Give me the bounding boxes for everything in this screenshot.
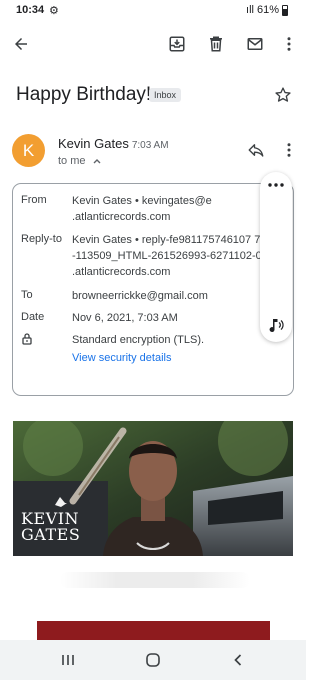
reply-line-1: Kevin Gates • reply-fe981175746107 7f7 — [72, 234, 270, 246]
settings-notification-icon: ⚙ — [49, 5, 59, 17]
recent-apps-icon[interactable] — [55, 647, 81, 673]
kevin-gates-banner-image[interactable]: KEVIN GATES — [13, 421, 293, 556]
archive-icon[interactable] — [164, 31, 190, 57]
brand-line-2: GATES — [21, 525, 81, 544]
reply-icon[interactable] — [243, 137, 269, 163]
date-value: Nov 6, 2021, 7:03 AM — [72, 312, 178, 324]
floating-side-panel — [260, 172, 292, 342]
star-icon[interactable] — [270, 82, 296, 108]
email-subject: Happy Birthday! — [16, 84, 152, 105]
panel-more-horiz-icon[interactable] — [265, 176, 287, 194]
battery-icon — [282, 4, 288, 16]
sender-avatar[interactable]: K — [12, 134, 45, 167]
to-me-text: to me — [58, 155, 86, 167]
mark-unread-mail-icon[interactable] — [242, 31, 268, 57]
status-bar: 10:34 ⚙ ıll 61% — [0, 0, 306, 22]
reply-line-3: .atlanticrecords.com — [72, 266, 171, 278]
from-line-2: .atlanticrecords.com — [72, 211, 171, 223]
from-line-1: Kevin Gates • kevingates@e — [72, 195, 212, 207]
android-nav-bar — [0, 640, 306, 680]
chevron-up-icon — [93, 155, 101, 167]
delete-trash-icon[interactable] — [203, 31, 229, 57]
signal-icon: ıll — [246, 4, 254, 16]
banner-brand-wordmark: KEVIN GATES — [21, 511, 80, 543]
inbox-label-chip[interactable]: Inbox — [149, 88, 182, 102]
subject-row: Happy Birthday! Inbox — [16, 82, 296, 110]
lock-icon — [21, 332, 33, 348]
status-time: 10:34 — [16, 4, 45, 16]
reply-to-value: Kevin Gates • reply-fe981175746107 7f7 -… — [72, 232, 292, 280]
sent-time: 7:03 AM — [131, 140, 169, 151]
date-label: Date — [21, 311, 45, 323]
reply-to-label: Reply-to — [21, 233, 62, 245]
more-vert-icon[interactable] — [276, 31, 302, 57]
message-details-card: From Kevin Gates • kevingates@e .atlanti… — [12, 183, 294, 396]
home-icon[interactable] — [140, 647, 166, 673]
battery-percent: 61% — [256, 4, 279, 16]
sender-line: Kevin Gates 7:03 AM — [58, 136, 169, 151]
email-toolbar — [0, 28, 306, 62]
to-value: browneerrickke@gmail.com — [72, 290, 208, 302]
blurred-text-line — [60, 572, 250, 588]
from-label: From — [21, 194, 47, 206]
nav-back-icon[interactable] — [225, 647, 251, 673]
message-more-icon[interactable] — [276, 137, 302, 163]
read-aloud-icon[interactable] — [265, 314, 287, 336]
sender-name: Kevin Gates — [58, 136, 129, 151]
reply-line-2: -113509_HTML-261526993-6271102-0 — [72, 250, 262, 262]
security-value: Standard encryption (TLS). — [72, 334, 205, 346]
recipients-toggle[interactable]: to me — [58, 155, 101, 167]
from-value: Kevin Gates • kevingates@e .atlanticreco… — [72, 193, 292, 225]
view-security-details-link[interactable]: View security details — [72, 350, 292, 366]
back-arrow-icon[interactable] — [8, 31, 34, 57]
to-label: To — [21, 289, 33, 301]
status-indicators: ıll 61% — [246, 4, 288, 16]
